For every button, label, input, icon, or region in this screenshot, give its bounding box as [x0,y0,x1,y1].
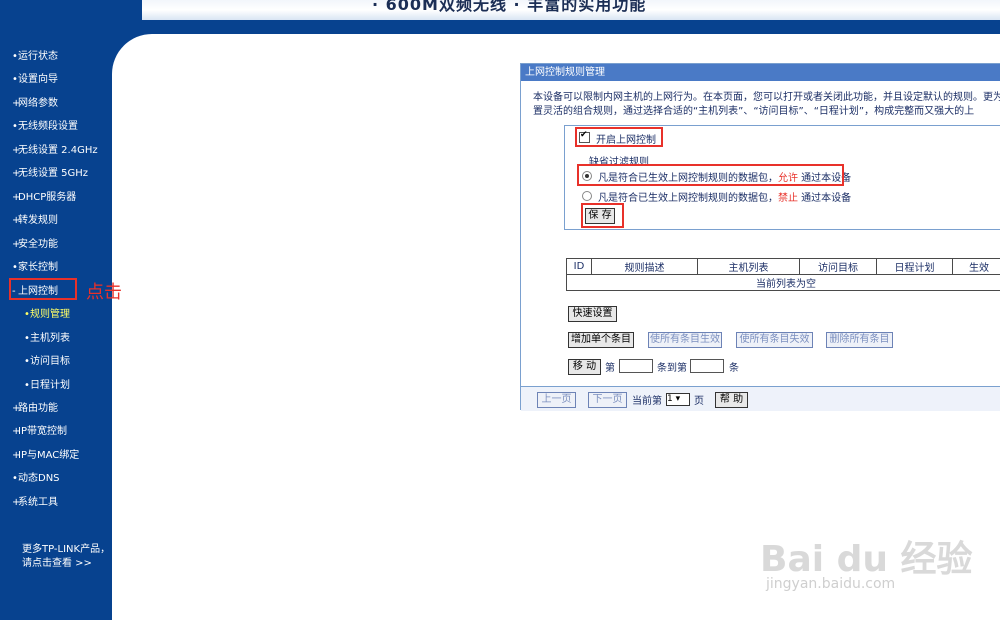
highlight-box [581,203,624,228]
move-text-1: 第 [605,363,615,374]
enable-all-button[interactable]: 使所有条目生效 [648,332,722,348]
prev-page-button[interactable]: 上一页 [537,392,576,408]
sidebar-item-label: 设置向导 [18,74,58,85]
sidebar-item-wireless-band[interactable]: •无线频段设置 [12,117,78,132]
sidebar-item-label: 规则管理 [30,309,70,320]
deny-radio[interactable] [582,191,592,201]
column-header: 规则描述 [591,258,698,275]
sidebar-item-label: 系统工具 [18,497,58,508]
column-header: 主机列表 [697,258,800,275]
page-suffix: 页 [694,396,704,407]
more-products-link-2[interactable]: 请点击查看 >> [22,554,92,569]
sidebar-item-security[interactable]: +安全功能 [12,235,58,250]
sidebar-item-wireless-24[interactable]: +无线设置 2.4GHz [12,141,98,156]
banner-slogan: · 600M双频无线 · 丰富的实用功能 [372,0,647,14]
sidebar-item-label: 网络参数 [18,98,58,109]
more-products-link[interactable]: 更多TP-LINK产品， [22,540,110,555]
sidebar-item-label: 转发规则 [18,215,58,226]
sidebar-item-ip-mac[interactable]: +IP与MAC绑定 [12,446,79,461]
column-header: 生效 [952,258,1000,275]
current-page-label: 当前第 [632,396,662,407]
sidebar-item-forwarding[interactable]: +转发规则 [12,211,58,226]
highlight-box [575,127,663,147]
table-header-row: ID 规则描述 主机列表 访问目标 日程计划 生效 [566,258,1000,275]
next-page-button[interactable]: 下一页 [588,392,627,408]
highlight-box [577,164,844,186]
help-button[interactable]: 帮 助 [715,392,748,408]
sidebar-item-label: 动态DNS [18,473,60,484]
move-button[interactable]: 移 动 [568,359,601,375]
baidu-watermark: Bai du 经验 jingyan.baidu.com [760,520,973,600]
sidebar-item-label: 无线设置 2.4GHz [18,145,98,156]
move-to-field[interactable] [690,359,724,373]
sidebar-item-label: 路由功能 [18,403,58,414]
move-text-2: 条到第 [657,363,687,374]
column-header: 访问目标 [799,258,877,275]
sidebar-item-bandwidth[interactable]: +IP带宽控制 [12,422,67,437]
sidebar-item-label: DHCP服务器 [18,192,77,203]
move-from-field[interactable] [619,359,653,373]
delete-all-button[interactable]: 删除所有条目 [826,332,893,348]
sidebar-item-ddns[interactable]: •动态DNS [12,469,60,484]
top-banner: · 600M双频无线 · 丰富的实用功能 [0,0,1000,20]
banner-image: · 600M双频无线 · 丰富的实用功能 [142,0,1000,20]
sidebar-item-status[interactable]: •运行状态 [12,47,58,62]
sidebar-subitem-host-list[interactable]: •主机列表 [24,329,70,344]
sidebar-item-wizard[interactable]: •设置向导 [12,70,58,85]
sidebar-item-label: 运行状态 [18,51,58,62]
table-row: 当前列表为空 [566,274,1000,291]
sidebar-item-parental[interactable]: •家长控制 [12,258,58,273]
watermark-brand: Bai du 经验 [760,539,973,580]
disable-all-button[interactable]: 使所有条目失效 [736,332,813,348]
click-annotation: 点击 [86,282,122,303]
sidebar-subitem-schedule[interactable]: •日程计划 [24,376,70,391]
sidebar-subitem-rule-management[interactable]: •规则管理 [24,305,70,320]
column-header: ID [566,258,592,275]
move-text-3: 条 [729,363,739,374]
empty-list-text: 当前列表为空 [566,274,1000,291]
sidebar-item-label: 家长控制 [18,262,58,273]
banner-band [0,20,1000,34]
sidebar-item-label: 无线设置 5GHz [18,168,89,179]
sidebar-item-label: 主机列表 [30,333,70,344]
sidebar-item-wireless-5[interactable]: +无线设置 5GHz [12,164,88,179]
sidebar-item-system-tools[interactable]: +系统工具 [12,493,58,508]
sidebar-item-routing[interactable]: +路由功能 [12,399,58,414]
add-entry-button[interactable]: 增加单个条目 [568,332,634,348]
page-select[interactable]: 1 ▾ [666,393,690,406]
sidebar-item-network[interactable]: +网络参数 [12,94,58,109]
panel-title: 上网控制规则管理 [521,64,1000,81]
column-header: 日程计划 [876,258,953,275]
sidebar-item-label: 访问目标 [30,356,70,367]
sidebar-item-label: IP带宽控制 [18,426,67,437]
sidebar-item-label: 安全功能 [18,239,58,250]
highlight-box [9,278,77,300]
deny-rule-text: 凡是符合已生效上网控制规则的数据包，禁止 通过本设备 [598,193,852,204]
description-line-2: 置灵活的组合规则，通过选择合适的“主机列表”、“访问目标”、“日程计划”，构成完… [533,106,975,117]
sidebar-subitem-access-target[interactable]: •访问目标 [24,352,70,367]
rule-management-panel: 上网控制规则管理 本设备可以限制内网主机的上网行为。在本页面，您可以打开或者关闭… [520,63,1000,411]
quick-setup-button[interactable]: 快速设置 [568,306,617,322]
description-line-1: 本设备可以限制内网主机的上网行为。在本页面，您可以打开或者关闭此功能，并且设定默… [533,92,1000,103]
watermark-url: jingyan.baidu.com [766,576,896,592]
rule-table: ID 规则描述 主机列表 访问目标 日程计划 生效 当前列表为空 [566,258,1000,291]
sidebar-item-label: 无线频段设置 [18,121,78,132]
sidebar-item-dhcp[interactable]: +DHCP服务器 [12,188,76,203]
sidebar-item-label: IP与MAC绑定 [18,450,80,461]
sidebar-item-label: 日程计划 [30,380,70,391]
pagination-bar: 上一页 下一页 当前第 1 ▾ 页 帮 助 [521,386,1000,411]
